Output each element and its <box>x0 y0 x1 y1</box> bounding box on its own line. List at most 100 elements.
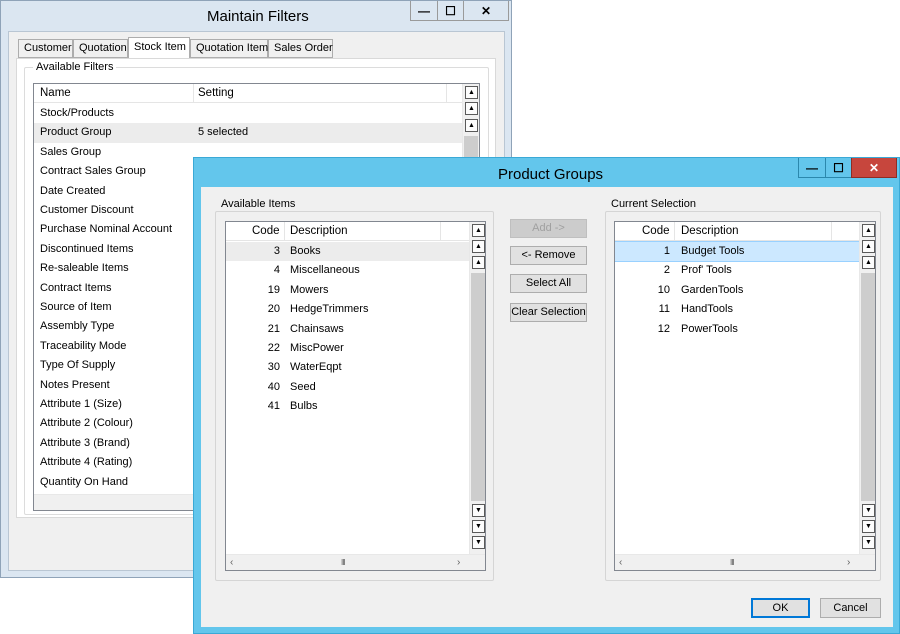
item-description: Bulbs <box>290 400 318 413</box>
scroll-page-down-icon[interactable]: ▼ <box>472 520 485 533</box>
column-header-description[interactable]: Description <box>681 225 739 237</box>
available-items-list[interactable]: Code Description 3 Books 4 Miscellaneous 19 M… <box>225 221 486 571</box>
scroll-down-icon[interactable]: ▼ <box>862 504 875 517</box>
pg-minimize-button[interactable]: — <box>798 158 826 178</box>
list-item[interactable]: 2 Prof' Tools <box>615 261 859 280</box>
list-item[interactable]: 21 Chainsaws <box>226 320 469 339</box>
available-vscroll-thumb[interactable] <box>471 273 485 501</box>
scroll-page-down-icon[interactable]: ▼ <box>862 520 875 533</box>
item-code: 10 <box>657 283 670 296</box>
tab-sales-order[interactable]: Sales Order <box>268 39 333 58</box>
clear-selection-button[interactable]: Clear Selection <box>510 303 587 322</box>
hscroll-grip[interactable]: III <box>730 558 735 567</box>
add-button[interactable]: Add -> <box>510 219 587 238</box>
item-description: Miscellaneous <box>290 264 360 277</box>
remove-button[interactable]: <- Remove <box>510 246 587 265</box>
available-vscroll[interactable]: ▲ ▲ ▲ ▼ ▼ ▼ <box>469 222 485 554</box>
item-description: Seed <box>290 380 316 393</box>
filter-name: Assembly Type <box>40 320 115 333</box>
scroll-up-icon[interactable]: ▲ <box>465 119 478 132</box>
scroll-up-icon[interactable]: ▲ <box>472 256 485 269</box>
list-item[interactable]: 3 Books <box>226 242 469 262</box>
scroll-up-icon[interactable]: ▲ <box>862 256 875 269</box>
scroll-down-icon[interactable]: ▼ <box>472 504 485 517</box>
scroll-page-up-icon[interactable]: ▲ <box>472 240 485 253</box>
maximize-button[interactable]: ☐ <box>437 1 464 21</box>
list-item[interactable]: 40 Seed <box>226 378 469 397</box>
item-description: PowerTools <box>681 322 738 335</box>
list-item[interactable]: 1 Budget Tools <box>615 240 860 263</box>
minimize-icon: — <box>806 160 818 175</box>
pg-maximize-button[interactable]: ☐ <box>825 158 852 178</box>
current-selection-header: Code Description <box>615 222 859 241</box>
item-description: Prof' Tools <box>681 264 732 277</box>
item-code: 3 <box>273 245 280 257</box>
scroll-top-icon[interactable]: ▲ <box>862 224 875 237</box>
current-selection-list[interactable]: Code Description 1 Budget Tools 2 Prof' Too… <box>614 221 876 571</box>
filter-name: Attribute 3 (Brand) <box>40 436 130 449</box>
item-code: 2 <box>663 264 670 277</box>
select-all-button[interactable]: Select All <box>510 274 587 293</box>
item-code: 40 <box>267 380 280 393</box>
close-icon: ✕ <box>868 160 880 175</box>
column-header-description[interactable]: Description <box>290 225 348 237</box>
list-item[interactable]: 4 Miscellaneous <box>226 261 469 280</box>
scroll-left-icon[interactable]: ‹ <box>230 557 233 568</box>
column-header-setting[interactable]: Setting <box>198 87 234 99</box>
scroll-right-icon[interactable]: › <box>457 557 460 568</box>
list-item[interactable]: 20 HedgeTrimmers <box>226 300 469 319</box>
scroll-page-up-icon[interactable]: ▲ <box>862 240 875 253</box>
scroll-left-icon[interactable]: ‹ <box>619 557 622 568</box>
scroll-bottom-icon[interactable]: ▼ <box>472 536 485 549</box>
tab-quotation-item[interactable]: Quotation Item <box>190 39 268 58</box>
filter-name: Sales Group <box>40 145 102 158</box>
item-description: Chainsaws <box>290 322 344 335</box>
filter-name: Type Of Supply <box>40 359 116 372</box>
list-item[interactable]: 19 Mowers <box>226 281 469 300</box>
filter-name: Notes Present <box>40 378 110 391</box>
scroll-top-icon[interactable]: ▲ <box>465 86 478 99</box>
list-item[interactable]: 10 GardenTools <box>615 281 859 300</box>
list-item[interactable]: 11 HandTools <box>615 300 859 319</box>
product-groups-window: Product Groups — ☐ ✕ Available Items Cod… <box>193 157 900 634</box>
hscroll-grip[interactable]: III <box>341 558 346 567</box>
tab-customer[interactable]: Customer <box>18 39 73 58</box>
filters-list-header: Name Setting <box>34 84 463 103</box>
available-hscroll[interactable]: ‹ III › <box>226 554 485 570</box>
filter-row[interactable]: Stock/Products <box>34 104 462 123</box>
list-item[interactable]: 30 WaterEqpt <box>226 358 469 377</box>
filter-name: Customer Discount <box>40 204 134 216</box>
close-button[interactable]: ✕ <box>463 1 509 21</box>
column-header-code[interactable]: Code <box>252 225 280 237</box>
scroll-top-icon[interactable]: ▲ <box>472 224 485 237</box>
maximize-icon: ☐ <box>833 160 844 175</box>
available-filters-label: Available Filters <box>33 61 117 73</box>
filter-row[interactable]: Product Group 5 selected <box>34 123 462 143</box>
tab-quotation[interactable]: Quotation <box>73 39 128 58</box>
list-item[interactable]: 12 PowerTools <box>615 320 859 339</box>
list-item[interactable]: 22 MiscPower <box>226 339 469 358</box>
tab-stock-item[interactable]: Stock Item <box>128 37 190 59</box>
item-code: 12 <box>657 322 670 335</box>
list-item[interactable]: 41 Bulbs <box>226 397 469 416</box>
item-description: WaterEqpt <box>290 361 342 374</box>
column-header-code[interactable]: Code <box>642 225 670 237</box>
item-code: 20 <box>267 303 280 316</box>
filter-name: Stock/Products <box>40 107 114 119</box>
pg-close-button[interactable]: ✕ <box>851 158 897 178</box>
item-description: Budget Tools <box>681 245 745 257</box>
column-header-name[interactable]: Name <box>40 87 71 99</box>
minimize-button[interactable]: — <box>410 1 438 21</box>
filter-name: Re-saleable Items <box>40 262 129 275</box>
item-description: HedgeTrimmers <box>290 303 369 316</box>
filter-name: Attribute 2 (Colour) <box>40 417 133 430</box>
current-hscroll[interactable]: ‹ III › <box>615 554 875 570</box>
current-vscroll-thumb[interactable] <box>861 273 875 501</box>
filter-name: Source of Item <box>40 301 112 313</box>
ok-button[interactable]: OK <box>751 598 810 618</box>
scroll-bottom-icon[interactable]: ▼ <box>862 536 875 549</box>
current-vscroll[interactable]: ▲ ▲ ▲ ▼ ▼ ▼ <box>859 222 875 554</box>
scroll-page-up-icon[interactable]: ▲ <box>465 102 478 115</box>
cancel-button[interactable]: Cancel <box>820 598 881 618</box>
scroll-right-icon[interactable]: › <box>847 557 850 568</box>
